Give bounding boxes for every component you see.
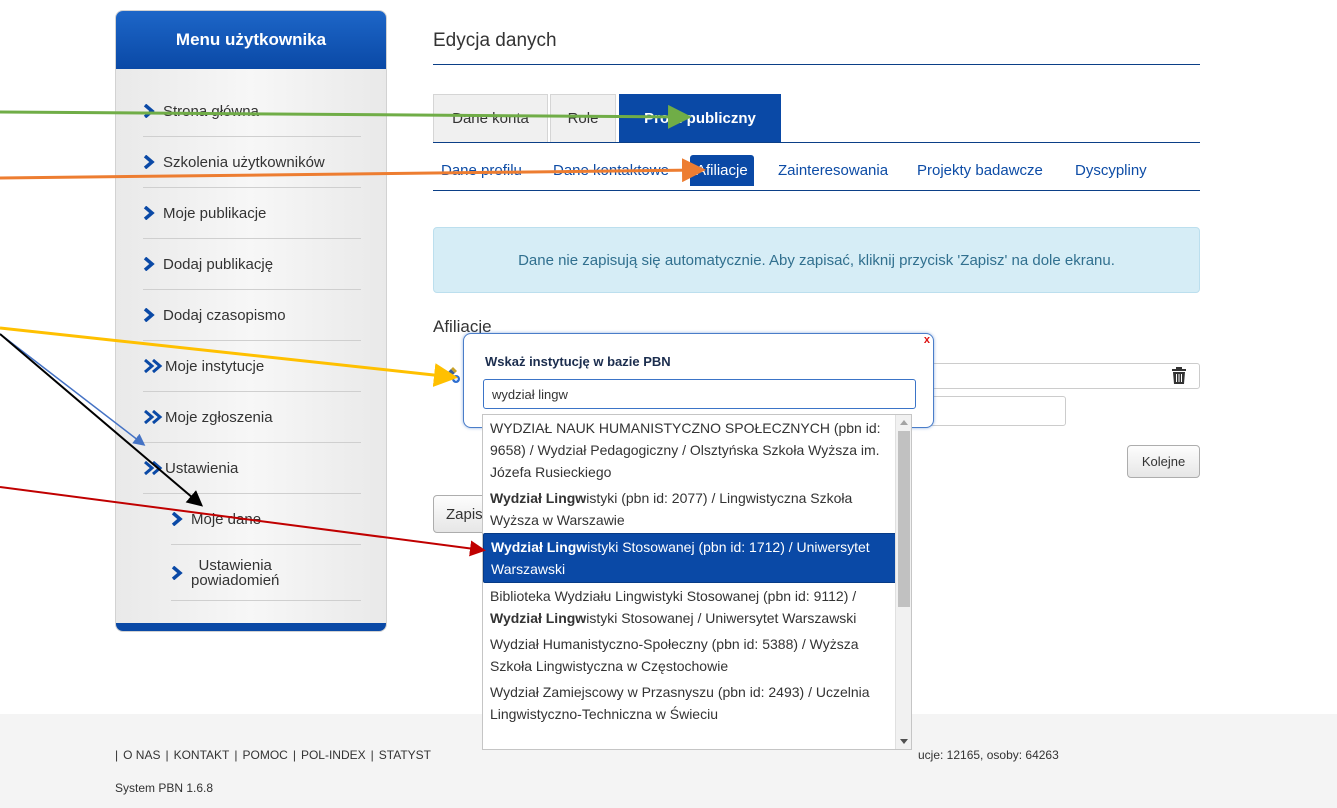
double-chevron-right-icon bbox=[144, 410, 163, 424]
chevron-right-icon bbox=[171, 565, 183, 580]
autocomplete-option-selected[interactable]: Wydział Lingwistyki Stosowanej (pbn id: … bbox=[483, 533, 897, 583]
next-button[interactable]: Kolejne bbox=[1127, 445, 1200, 478]
scroll-thumb[interactable] bbox=[898, 431, 910, 607]
sidebar-item-my-institutions[interactable]: Moje instytucje bbox=[143, 341, 361, 392]
footer-stats: ucje: 12165, osoby: 64263 bbox=[918, 748, 1059, 762]
sidebar-item-label: Dodaj publikację bbox=[163, 255, 274, 273]
option-text: istyki Stosowanej / Uniwersytet Warszaws… bbox=[586, 610, 857, 626]
chevron-right-icon bbox=[143, 206, 155, 220]
option-match: Wydział Lingw bbox=[491, 539, 588, 555]
sidebar-item-label: Moje zgłoszenia bbox=[165, 408, 273, 426]
subtab-profile-data[interactable]: Dane profilu bbox=[441, 155, 522, 186]
footer-link-help[interactable]: POMOC bbox=[243, 748, 288, 762]
sidebar-item-label: Ustawienia bbox=[165, 459, 239, 477]
option-match: Wydział Lingw bbox=[490, 490, 587, 506]
trash-icon[interactable] bbox=[1170, 366, 1188, 386]
close-icon[interactable]: x bbox=[924, 334, 930, 346]
footer-link-pol-index[interactable]: POL-INDEX bbox=[301, 748, 366, 762]
double-chevron-right-icon bbox=[144, 461, 163, 475]
chevron-right-icon bbox=[143, 104, 155, 118]
affiliation-field[interactable] bbox=[900, 363, 1200, 389]
footer-links: | O NAS | KONTAKT | POMOC | POL-INDEX | STATYST bbox=[115, 748, 432, 762]
title-divider bbox=[433, 64, 1200, 65]
option-text: WYDZIAŁ NAUK HUMANISTYCZNO SPOŁECZNYCH (… bbox=[490, 420, 881, 480]
autocomplete-option[interactable]: Biblioteka Wydziału Lingwistyki Stosowan… bbox=[483, 583, 897, 631]
institution-search-input[interactable] bbox=[483, 379, 916, 409]
sidebar-item-label: Moje instytucje bbox=[165, 357, 265, 375]
chevron-right-icon bbox=[143, 308, 155, 322]
system-version: System PBN 1.6.8 bbox=[115, 781, 214, 795]
option-text: Wydział Zamiejscowy w Przasnyszu (pbn id… bbox=[490, 684, 870, 722]
tab-public-profile[interactable]: Profil publiczny bbox=[619, 94, 781, 142]
chevron-right-icon bbox=[143, 257, 155, 271]
sidebar-item-my-publications[interactable]: Moje publikacje bbox=[143, 188, 361, 239]
popup-title: Wskaż instytucję w bazie PBN bbox=[485, 354, 671, 369]
sidebar-item-label: Moje dane bbox=[191, 510, 262, 528]
sidebar-item-label: Ustawienia powiadomień bbox=[191, 558, 279, 588]
autocomplete-items: WYDZIAŁ NAUK HUMANISTYCZNO SPOŁECZNYCH (… bbox=[483, 415, 897, 727]
option-prefix: Biblioteka Wydziału Lingwistyki Stosowan… bbox=[490, 588, 857, 604]
autocomplete-list: WYDZIAŁ NAUK HUMANISTYCZNO SPOŁECZNYCH (… bbox=[482, 414, 912, 750]
autocomplete-option[interactable]: Wydział Humanistyczno-Społeczny (pbn id:… bbox=[483, 631, 897, 679]
sidebar-item-home[interactable]: Strona główna bbox=[143, 86, 361, 137]
tab-account-data[interactable]: Dane konta bbox=[433, 94, 548, 142]
subtab-disciplines[interactable]: Dyscypliny bbox=[1075, 155, 1147, 186]
chevron-right-icon bbox=[143, 155, 155, 169]
tabs-divider bbox=[433, 142, 1200, 143]
user-menu-sidebar: Menu użytkownika Strona główna Szkolenia… bbox=[115, 10, 387, 632]
option-text: Wydział Humanistyczno-Społeczny (pbn id:… bbox=[490, 636, 859, 674]
sidebar-item-add-publication[interactable]: Dodaj publikację bbox=[143, 239, 361, 290]
autocomplete-scrollbar[interactable] bbox=[895, 415, 911, 749]
sidebar-item-my-requests[interactable]: Moje zgłoszenia bbox=[143, 392, 361, 443]
scroll-up-icon[interactable] bbox=[900, 420, 908, 425]
page-title: Edycja danych bbox=[433, 30, 557, 51]
autocomplete-option[interactable]: WYDZIAŁ NAUK HUMANISTYCZNO SPOŁECZNYCH (… bbox=[483, 415, 897, 485]
subtab-research-projects[interactable]: Projekty badawcze bbox=[917, 155, 1043, 186]
sidebar-item-add-journal[interactable]: Dodaj czasopismo bbox=[143, 290, 361, 341]
institution-lookup-icon[interactable] bbox=[437, 364, 461, 384]
sidebar-item-label: Strona główna bbox=[163, 102, 259, 120]
chevron-right-icon bbox=[171, 512, 183, 526]
sidebar-item-notification-settings[interactable]: Ustawienia powiadomień bbox=[171, 545, 361, 601]
subtabs-divider bbox=[433, 190, 1200, 191]
sidebar-item-my-data[interactable]: Moje dane bbox=[171, 494, 361, 545]
footer-link-about[interactable]: O NAS bbox=[123, 748, 160, 762]
autocomplete-option[interactable]: Wydział Zamiejscowy w Przasnyszu (pbn id… bbox=[483, 679, 897, 727]
autosave-notice: Dane nie zapisują się automatycznie. Aby… bbox=[433, 227, 1200, 293]
double-chevron-right-icon bbox=[144, 359, 163, 373]
sidebar-item-settings[interactable]: Ustawienia bbox=[143, 443, 361, 494]
sidebar-title: Menu użytkownika bbox=[116, 11, 386, 69]
label-line-2: powiadomień bbox=[191, 571, 280, 589]
subtab-contact-data[interactable]: Dane kontaktowe bbox=[553, 155, 669, 186]
sidebar-item-label: Szkolenia użytkowników bbox=[163, 153, 325, 171]
autocomplete-option[interactable]: Wydział Lingwistyki (pbn id: 2077) / Lin… bbox=[483, 485, 897, 533]
footer-link-contact[interactable]: KONTAKT bbox=[174, 748, 230, 762]
sidebar-item-trainings[interactable]: Szkolenia użytkowników bbox=[143, 137, 361, 188]
sidebar-item-label: Dodaj czasopismo bbox=[163, 306, 286, 324]
scroll-down-icon[interactable] bbox=[900, 739, 908, 744]
subtab-interests[interactable]: Zainteresowania bbox=[778, 155, 888, 186]
subtab-affiliations[interactable]: Afiliacje bbox=[690, 155, 754, 186]
option-match: Wydział Lingw bbox=[490, 610, 587, 626]
tab-roles[interactable]: Role bbox=[550, 94, 616, 142]
sidebar-item-label: Moje publikacje bbox=[163, 204, 267, 222]
footer-link-statistics[interactable]: STATYST bbox=[379, 748, 431, 762]
sidebar-footer-bar bbox=[116, 623, 386, 631]
